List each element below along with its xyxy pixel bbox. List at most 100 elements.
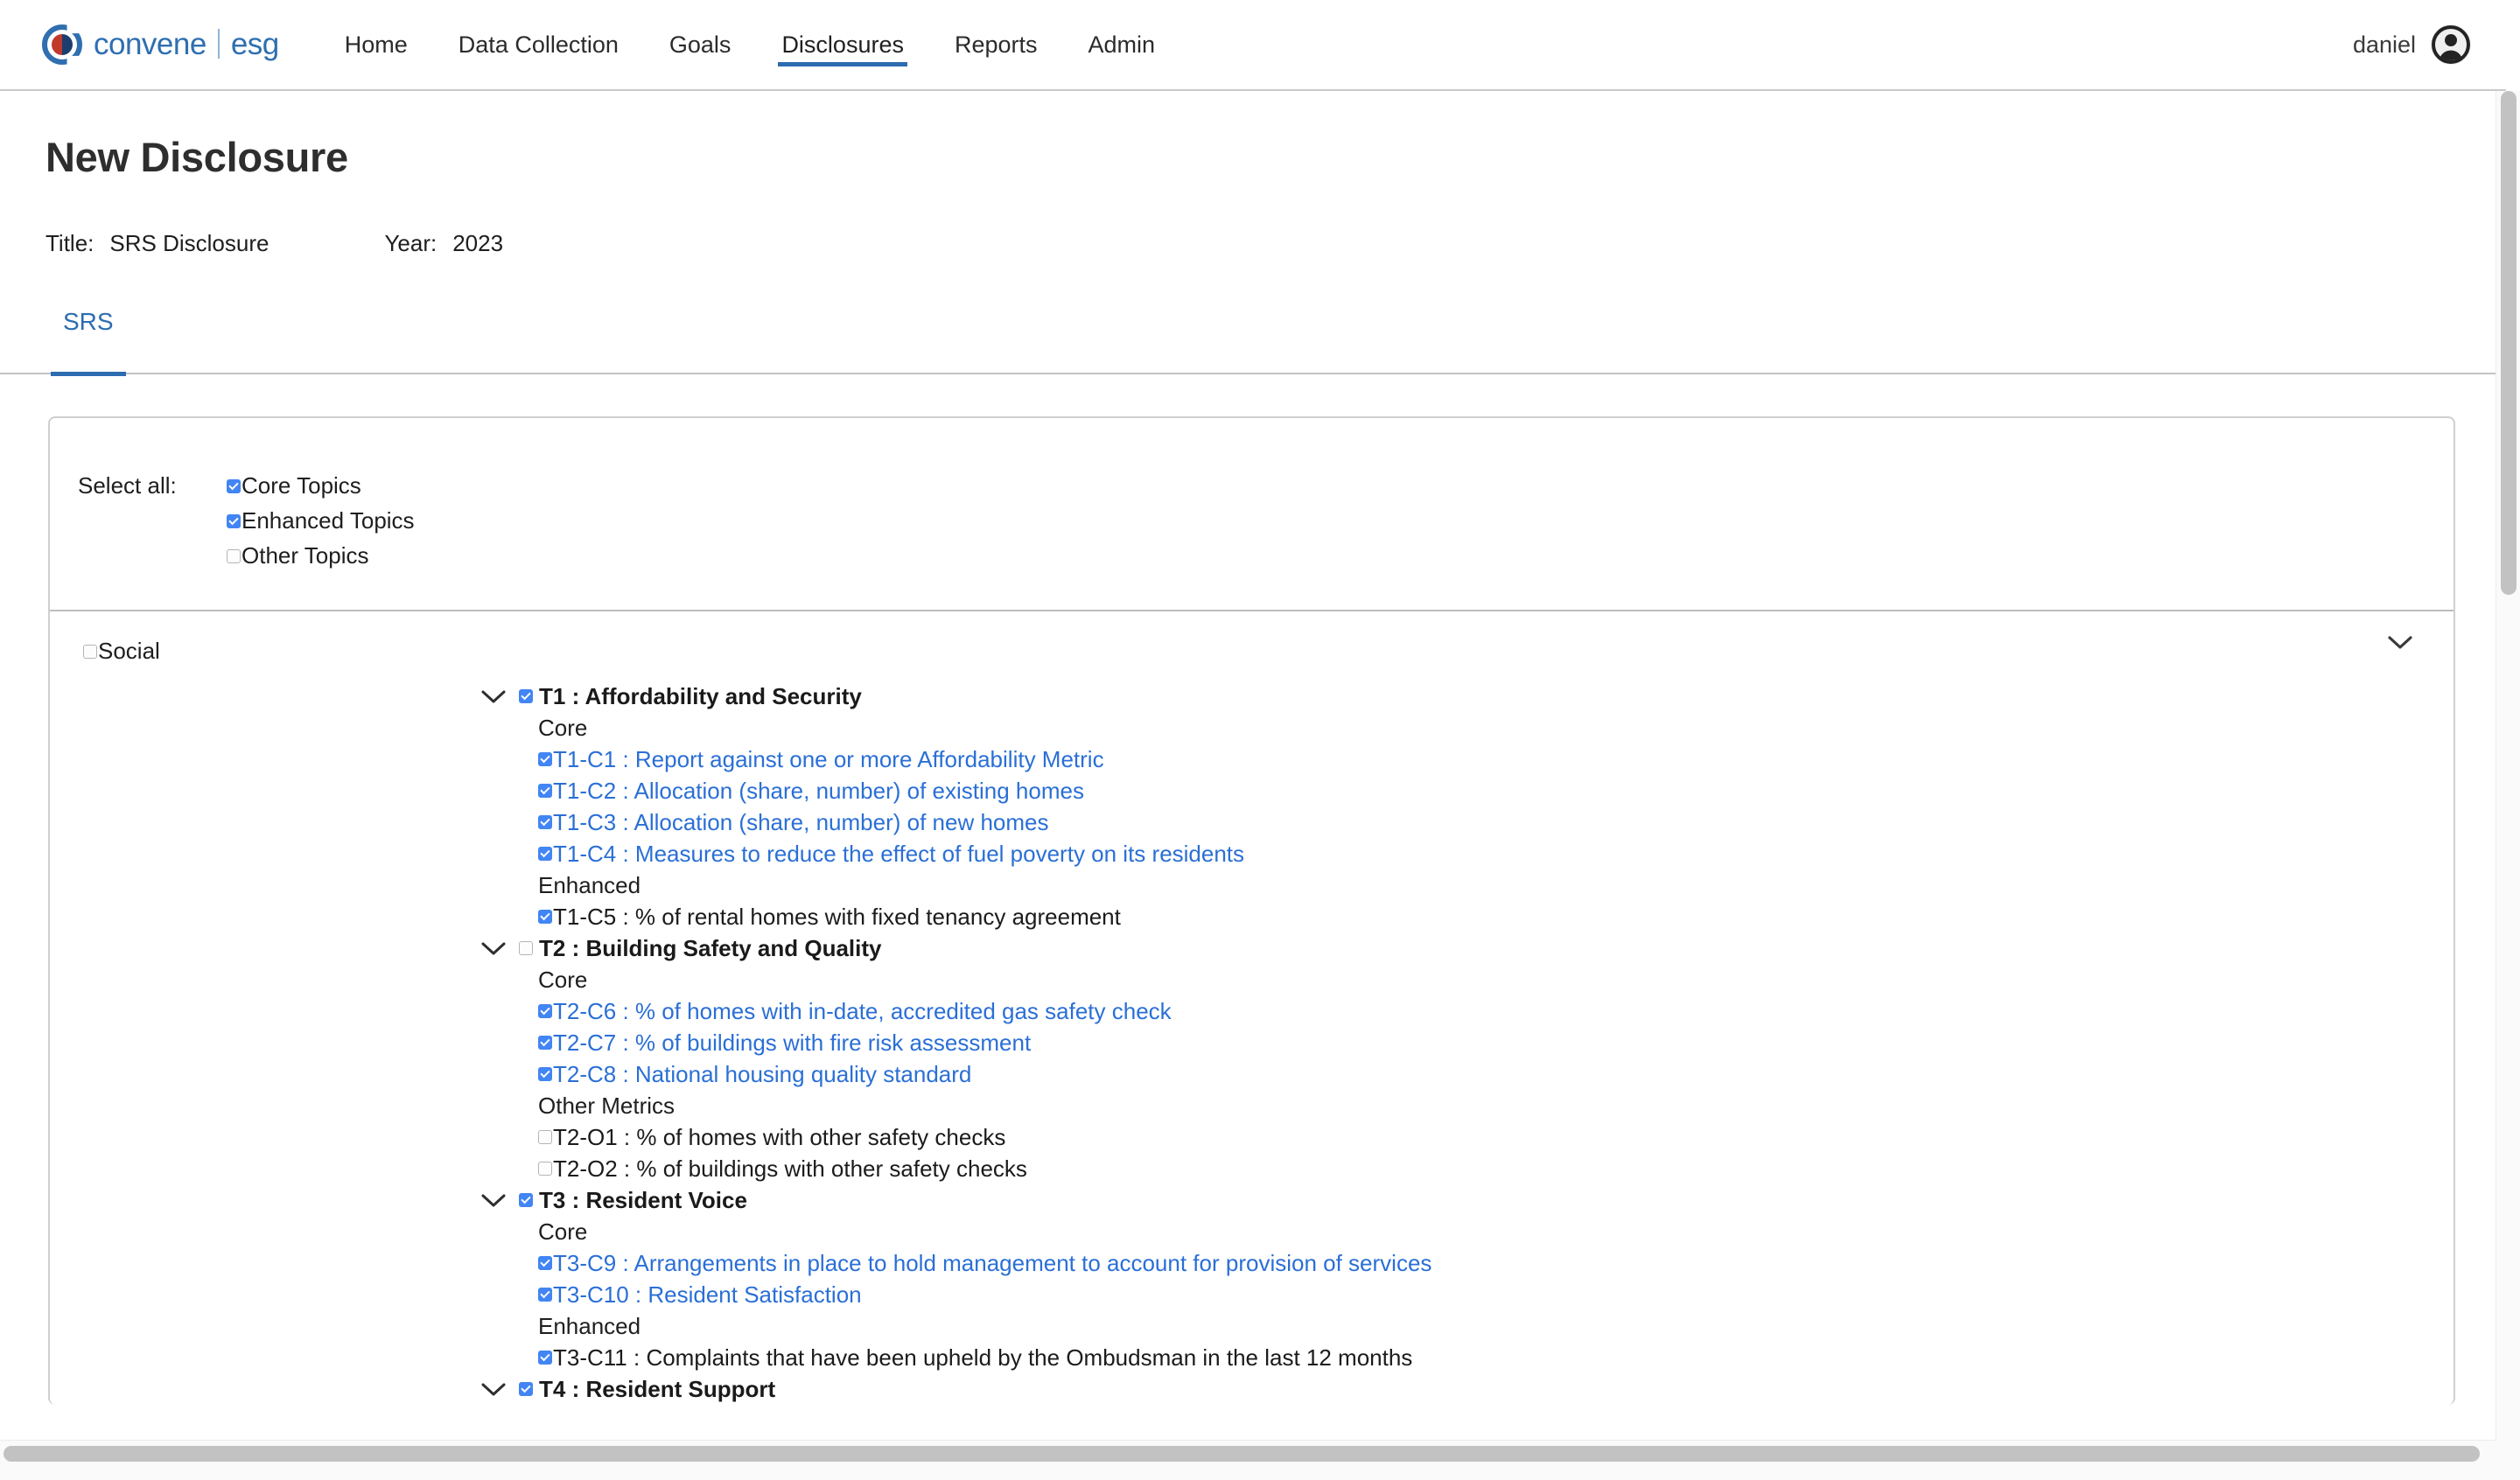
select-all-option[interactable]: Enhanced Topics	[227, 507, 415, 534]
metric-checkbox[interactable]	[538, 752, 552, 766]
metric-row[interactable]: T3-C10 : Resident Satisfaction	[538, 1279, 2454, 1310]
topic-tree: T1 : Affordability and Security Core T1-C1…	[50, 665, 2454, 1405]
topic-checkbox[interactable]	[519, 1193, 533, 1207]
topic-checkbox[interactable]	[519, 689, 533, 703]
metric-section-heading: Enhanced	[538, 872, 641, 898]
metric-section-heading: Core	[538, 1218, 588, 1245]
chevron-down-icon[interactable]	[480, 1192, 507, 1208]
metric-checkbox[interactable]	[538, 1004, 552, 1018]
metric-link[interactable]: T1-C2 : Allocation (share, number) of ex…	[553, 778, 1084, 805]
metric-row[interactable]: T2-O1 : % of homes with other safety che…	[538, 1121, 2454, 1153]
user-name-label: daniel	[2352, 31, 2416, 58]
metric-section-heading: Core	[538, 715, 588, 741]
metric-label: T2-O2 : % of buildings with other safety…	[553, 1155, 1027, 1182]
metric-link[interactable]: T2-C6 : % of homes with in-date, accredi…	[553, 998, 1172, 1025]
metric-row[interactable]: T1-C2 : Allocation (share, number) of ex…	[538, 775, 2454, 806]
metric-label: T1-C5 : % of rental homes with fixed ten…	[553, 903, 1121, 930]
topic-block: T2 : Building Safety and Quality Core T2-C…	[50, 932, 2454, 1184]
metric-section-heading: Enhanced	[538, 1313, 641, 1339]
topic-title: T2 : Building Safety and Quality	[539, 934, 882, 961]
nav-item-reports[interactable]: Reports	[951, 0, 1041, 89]
metric-section-heading: Other Metrics	[538, 1093, 676, 1119]
nav-item-home[interactable]: Home	[341, 0, 411, 89]
title-field-label: Title:	[46, 230, 94, 256]
metric-checkbox[interactable]	[538, 784, 552, 798]
chevron-down-icon[interactable]	[480, 1381, 507, 1397]
metric-checkbox[interactable]	[538, 1256, 552, 1270]
brand-text: convene esg	[94, 27, 279, 62]
select-all-label: Select all:	[78, 472, 177, 499]
title-field-value: SRS Disclosure	[109, 230, 270, 256]
horizontal-scrollbar[interactable]	[0, 1440, 2496, 1480]
user-menu[interactable]: daniel	[2353, 24, 2471, 65]
metric-row[interactable]: T1-C5 : % of rental homes with fixed ten…	[538, 901, 2454, 932]
metric-checkbox[interactable]	[538, 847, 552, 861]
checkbox-core-topics[interactable]	[227, 478, 241, 493]
vertical-scrollbar[interactable]	[2496, 91, 2520, 1440]
brand-divider	[217, 29, 220, 59]
select-all-option[interactable]: Other Topics	[227, 542, 415, 569]
topic-header[interactable]: T3 : Resident Voice	[480, 1184, 2454, 1216]
metric-link[interactable]: T1-C4 : Measures to reduce the effect of…	[553, 841, 1244, 868]
topic-header[interactable]: T1 : Affordability and Security	[480, 681, 2454, 712]
metric-row[interactable]: T1-C1 : Report against one or more Affor…	[538, 743, 2454, 775]
topic-header[interactable]: T2 : Building Safety and Quality	[480, 932, 2454, 964]
select-all-options: Core Topics Enhanced Topics Other Topics	[227, 472, 415, 569]
chevron-down-icon[interactable]	[480, 940, 507, 956]
top-navigation-bar: convene esg Home Data Collection Goals Discl…	[0, 0, 2506, 91]
metric-row[interactable]: T2-C7 : % of buildings with fire risk as…	[538, 1027, 2454, 1058]
metric-row[interactable]: T3-C11 : Complaints that have been uphel…	[538, 1342, 2454, 1373]
topic-title: T1 : Affordability and Security	[539, 682, 862, 709]
metric-link[interactable]: T1-C3 : Allocation (share, number) of ne…	[553, 809, 1048, 836]
metric-row[interactable]: T1-C4 : Measures to reduce the effect of…	[538, 838, 2454, 869]
nav-item-disclosures[interactable]: Disclosures	[778, 0, 907, 89]
disclosure-meta-row: Title: SRS Disclosure Year: 2023	[46, 230, 2506, 257]
brand-name: convene	[94, 27, 206, 61]
metric-checkbox[interactable]	[538, 1130, 552, 1144]
page-title: New Disclosure	[46, 134, 348, 180]
chevron-down-icon[interactable]	[480, 688, 507, 704]
metric-checkbox[interactable]	[538, 815, 552, 829]
nav-item-goals[interactable]: Goals	[666, 0, 735, 89]
topic-header[interactable]: T4 : Resident Support	[480, 1373, 2454, 1405]
metric-row[interactable]: T2-O2 : % of buildings with other safety…	[538, 1153, 2454, 1184]
metric-row[interactable]: T2-C8 : National housing quality standar…	[538, 1058, 2454, 1090]
brand-logo[interactable]: convene esg	[42, 18, 279, 71]
horizontal-scrollbar-thumb[interactable]	[4, 1446, 2480, 1462]
checkbox-other-topics[interactable]	[227, 548, 241, 563]
metric-checkbox[interactable]	[538, 1351, 552, 1365]
metric-row[interactable]: T1-C3 : Allocation (share, number) of ne…	[538, 806, 2454, 838]
vertical-scrollbar-thumb[interactable]	[2501, 91, 2516, 595]
metric-link[interactable]: T3-C10 : Resident Satisfaction	[553, 1281, 862, 1309]
group-checkbox-social[interactable]	[83, 644, 97, 659]
checkbox-enhanced-topics[interactable]	[227, 513, 241, 528]
metric-row[interactable]: T3-C9 : Arrangements in place to hold ma…	[538, 1247, 2454, 1279]
topic-block: T1 : Affordability and Security Core T1-C1…	[50, 681, 2454, 932]
select-all-section: Select all: Core Topics Enhanced Topics Ot…	[50, 418, 2454, 611]
metric-checkbox[interactable]	[538, 1036, 552, 1050]
select-all-option[interactable]: Core Topics	[227, 472, 415, 499]
topic-selection-card: Select all: Core Topics Enhanced Topics Ot…	[48, 416, 2455, 1405]
metric-link[interactable]: T1-C1 : Report against one or more Affor…	[553, 746, 1104, 773]
metric-link[interactable]: T2-C8 : National housing quality standar…	[553, 1061, 971, 1088]
metric-checkbox[interactable]	[538, 1067, 552, 1081]
main-nav: Home Data Collection Goals Disclosures Repor…	[319, 0, 1180, 89]
group-header-social[interactable]: Social	[50, 611, 2454, 665]
nav-item-admin[interactable]: Admin	[1085, 0, 1159, 89]
chevron-down-icon[interactable]	[2387, 634, 2413, 654]
metric-checkbox[interactable]	[538, 1162, 552, 1176]
topic-checkbox[interactable]	[519, 1382, 533, 1396]
metric-checkbox[interactable]	[538, 1288, 552, 1302]
topic-checkbox[interactable]	[519, 941, 533, 955]
page-content: New Disclosure Title: SRS Disclosure Yea…	[0, 91, 2506, 1440]
metric-row[interactable]: T2-C6 : % of homes with in-date, accredi…	[538, 995, 2454, 1027]
metric-link[interactable]: T2-C7 : % of buildings with fire risk as…	[553, 1030, 1031, 1057]
convene-logo-icon	[42, 24, 82, 65]
metric-checkbox[interactable]	[538, 910, 552, 924]
metric-link[interactable]: T3-C9 : Arrangements in place to hold ma…	[553, 1250, 1432, 1277]
user-avatar-icon[interactable]	[2431, 24, 2471, 65]
tab-srs[interactable]: SRS	[51, 308, 126, 376]
nav-item-data-collection[interactable]: Data Collection	[455, 0, 622, 89]
topic-block: T4 : Resident Support	[50, 1373, 2454, 1405]
topic-title: T4 : Resident Support	[539, 1375, 776, 1402]
